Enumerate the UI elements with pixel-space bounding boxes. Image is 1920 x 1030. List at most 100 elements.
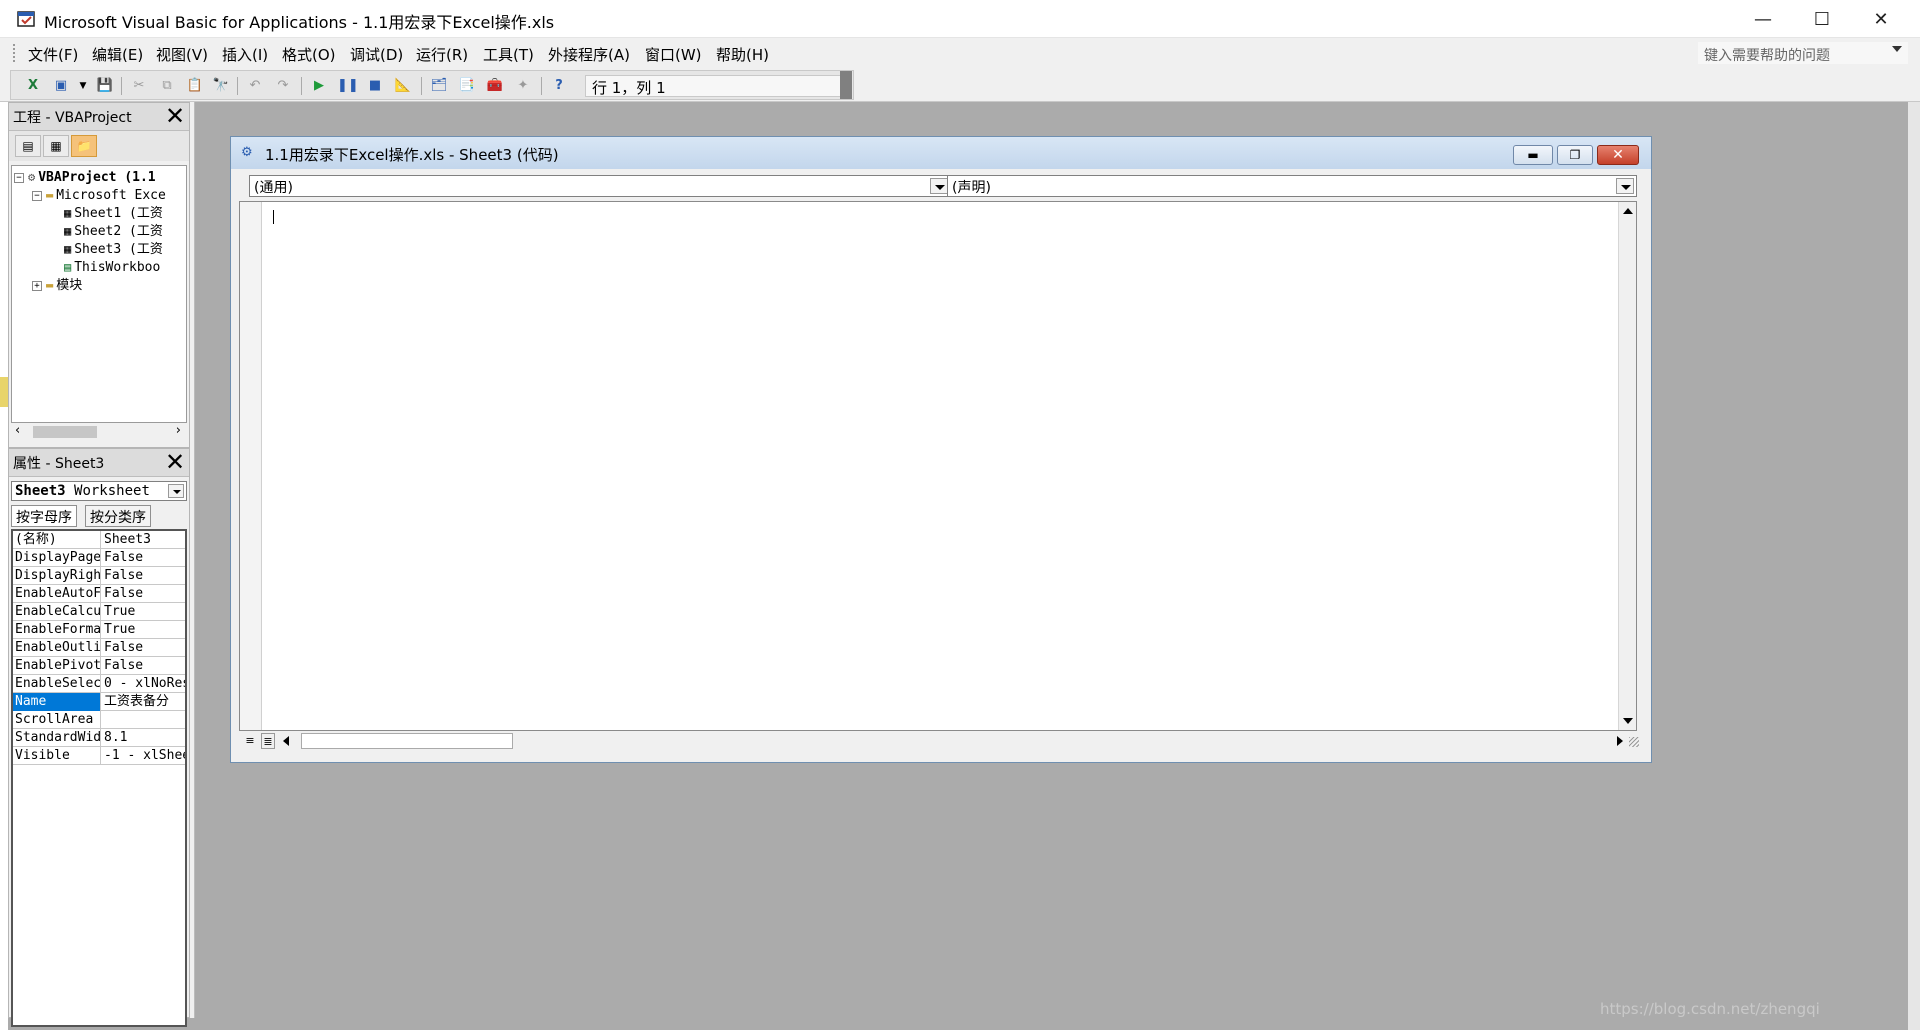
scroll-down-icon[interactable]: [1623, 718, 1633, 724]
scroll-up-icon[interactable]: [1623, 208, 1633, 214]
scroll-thumb[interactable]: [33, 426, 97, 438]
collapse-icon[interactable]: −: [32, 190, 42, 201]
code-minimize-button[interactable]: ▬: [1513, 145, 1553, 165]
minimize-button[interactable]: —: [1734, 0, 1792, 38]
property-value[interactable]: True: [102, 621, 185, 639]
property-value[interactable]: 8.1: [102, 729, 185, 747]
menu-format[interactable]: 格式(O): [282, 44, 336, 65]
break-icon[interactable]: ❚❚: [337, 77, 359, 95]
property-row[interactable]: EnableSelection0 - xlNoRestrictions: [13, 675, 185, 693]
tab-categorized[interactable]: 按分类序: [85, 505, 151, 527]
menu-edit[interactable]: 编辑(E): [92, 44, 143, 65]
redo-icon[interactable]: ↷: [273, 77, 293, 95]
property-value[interactable]: False: [102, 585, 185, 603]
copy-icon[interactable]: ⧉: [157, 77, 177, 95]
tab-alphabetic[interactable]: 按字母序: [11, 505, 77, 527]
tree-item-sheet1[interactable]: ▦ Sheet1 (工资: [64, 204, 163, 222]
property-value[interactable]: -1 - xlSheetVisible: [102, 747, 185, 765]
resize-grip-icon[interactable]: [1629, 737, 1639, 747]
property-value[interactable]: False: [102, 639, 185, 657]
project-explorer-icon[interactable]: 🗂: [429, 77, 449, 95]
toolbar-options-icon[interactable]: [840, 71, 852, 99]
property-row[interactable]: Visible-1 - xlSheetVisible: [13, 747, 185, 765]
toolbox-icon[interactable]: ✦: [513, 77, 533, 95]
property-value[interactable]: 0 - xlNoRestrictions: [102, 675, 185, 693]
toggle-folders-icon[interactable]: 📁: [71, 135, 97, 157]
property-value[interactable]: False: [102, 567, 185, 585]
view-code-icon[interactable]: ▤: [15, 135, 41, 157]
tree-item-sheet3[interactable]: ▦ Sheet3 (工资: [64, 240, 163, 258]
code-vscrollbar[interactable]: [1618, 202, 1636, 730]
code-editor[interactable]: [239, 201, 1637, 731]
property-row-selected[interactable]: Name 工资表备分: [13, 693, 185, 711]
find-icon[interactable]: 🔭: [211, 77, 231, 95]
menu-addins[interactable]: 外接程序(A): [548, 44, 630, 65]
insert-dropdown-icon[interactable]: ▼: [73, 77, 93, 95]
menu-window[interactable]: 窗口(W): [645, 44, 702, 65]
chevron-down-icon[interactable]: [168, 484, 184, 498]
property-row[interactable]: DisplayPageBreaksFalse: [13, 549, 185, 567]
scroll-left-icon[interactable]: ‹: [15, 423, 20, 438]
property-row[interactable]: EnableOutliningFalse: [13, 639, 185, 657]
insert-userform-icon[interactable]: ▣: [51, 77, 71, 95]
project-tree-hscrollbar[interactable]: ‹ ›: [11, 423, 187, 441]
run-icon[interactable]: ▶: [309, 77, 329, 95]
code-hscroll-thumb[interactable]: [301, 733, 513, 749]
menu-file[interactable]: 文件(F): [28, 44, 78, 65]
close-button[interactable]: ✕: [1852, 0, 1910, 38]
menu-view[interactable]: 视图(V): [156, 44, 208, 65]
tree-item-vbaproject[interactable]: − ⚙ VBAProject (1.1: [14, 168, 156, 186]
properties-window-icon[interactable]: 📑: [457, 77, 477, 95]
menu-run[interactable]: 运行(R): [416, 44, 468, 65]
maximize-button[interactable]: ☐: [1793, 0, 1851, 38]
tree-item-thisworkbook[interactable]: ▤ ThisWorkboo: [64, 258, 160, 276]
code-close-button[interactable]: ✕: [1597, 145, 1639, 165]
property-row[interactable]: DisplayRightToLeftFalse: [13, 567, 185, 585]
tree-item-sheet2[interactable]: ▦ Sheet2 (工资: [64, 222, 163, 240]
full-module-view-icon[interactable]: ≣: [261, 733, 275, 749]
undo-icon[interactable]: ↶: [245, 77, 265, 95]
design-mode-icon[interactable]: 📐: [393, 77, 413, 95]
object-browser-icon[interactable]: 🧰: [485, 77, 505, 95]
paste-icon[interactable]: 📋: [185, 77, 205, 95]
panel-splitter[interactable]: [190, 102, 195, 1018]
reset-icon[interactable]: ■: [365, 77, 385, 95]
chevron-down-icon[interactable]: [1616, 178, 1634, 194]
code-window-titlebar[interactable]: ⚙ 1.1用宏录下Excel操作.xls - Sheet3 (代码) ▬ ❐ ✕: [231, 137, 1651, 169]
property-value[interactable]: False: [102, 657, 185, 675]
menu-grip[interactable]: [13, 44, 17, 62]
project-panel-close-icon[interactable]: ✕: [163, 104, 187, 129]
help-icon[interactable]: ?: [549, 77, 569, 95]
help-dropdown-icon[interactable]: [1892, 46, 1902, 52]
view-excel-icon[interactable]: X: [23, 77, 43, 95]
chevron-down-icon[interactable]: [930, 178, 948, 194]
object-selector[interactable]: Sheet3 Worksheet: [11, 481, 187, 501]
property-row[interactable]: EnablePivotTableFalse: [13, 657, 185, 675]
object-combo[interactable]: (通用): [249, 175, 951, 197]
property-value[interactable]: True: [102, 603, 185, 621]
property-value[interactable]: [102, 711, 185, 729]
scroll-right-icon[interactable]: [1617, 736, 1623, 746]
property-value[interactable]: Sheet3: [102, 531, 185, 549]
property-row[interactable]: EnableAutoFilterFalse: [13, 585, 185, 603]
collapse-icon[interactable]: −: [14, 172, 24, 183]
property-row[interactable]: EnableFormatConditionsCalculationTrue: [13, 621, 185, 639]
property-row[interactable]: StandardWidth8.1: [13, 729, 185, 747]
menu-help[interactable]: 帮助(H): [716, 44, 769, 65]
property-value[interactable]: False: [102, 549, 185, 567]
property-row[interactable]: EnableCalculationTrue: [13, 603, 185, 621]
property-row[interactable]: (名称) Sheet3: [13, 531, 185, 549]
code-restore-button[interactable]: ❐: [1557, 145, 1593, 165]
properties-panel-close-icon[interactable]: ✕: [163, 450, 187, 475]
scroll-right-icon[interactable]: ›: [176, 423, 181, 438]
property-row[interactable]: ScrollArea: [13, 711, 185, 729]
view-object-icon[interactable]: ▦: [43, 135, 69, 157]
help-search-input[interactable]: 键入需要帮助的问题: [1698, 42, 1908, 64]
scroll-left-icon[interactable]: [283, 736, 289, 746]
expand-icon[interactable]: +: [32, 280, 42, 291]
save-icon[interactable]: 💾: [95, 77, 115, 95]
menu-insert[interactable]: 插入(I): [222, 44, 268, 65]
menu-tools[interactable]: 工具(T): [483, 44, 534, 65]
tree-item-modules[interactable]: + ▬ 模块: [32, 276, 82, 294]
menu-debug[interactable]: 调试(D): [350, 44, 403, 65]
